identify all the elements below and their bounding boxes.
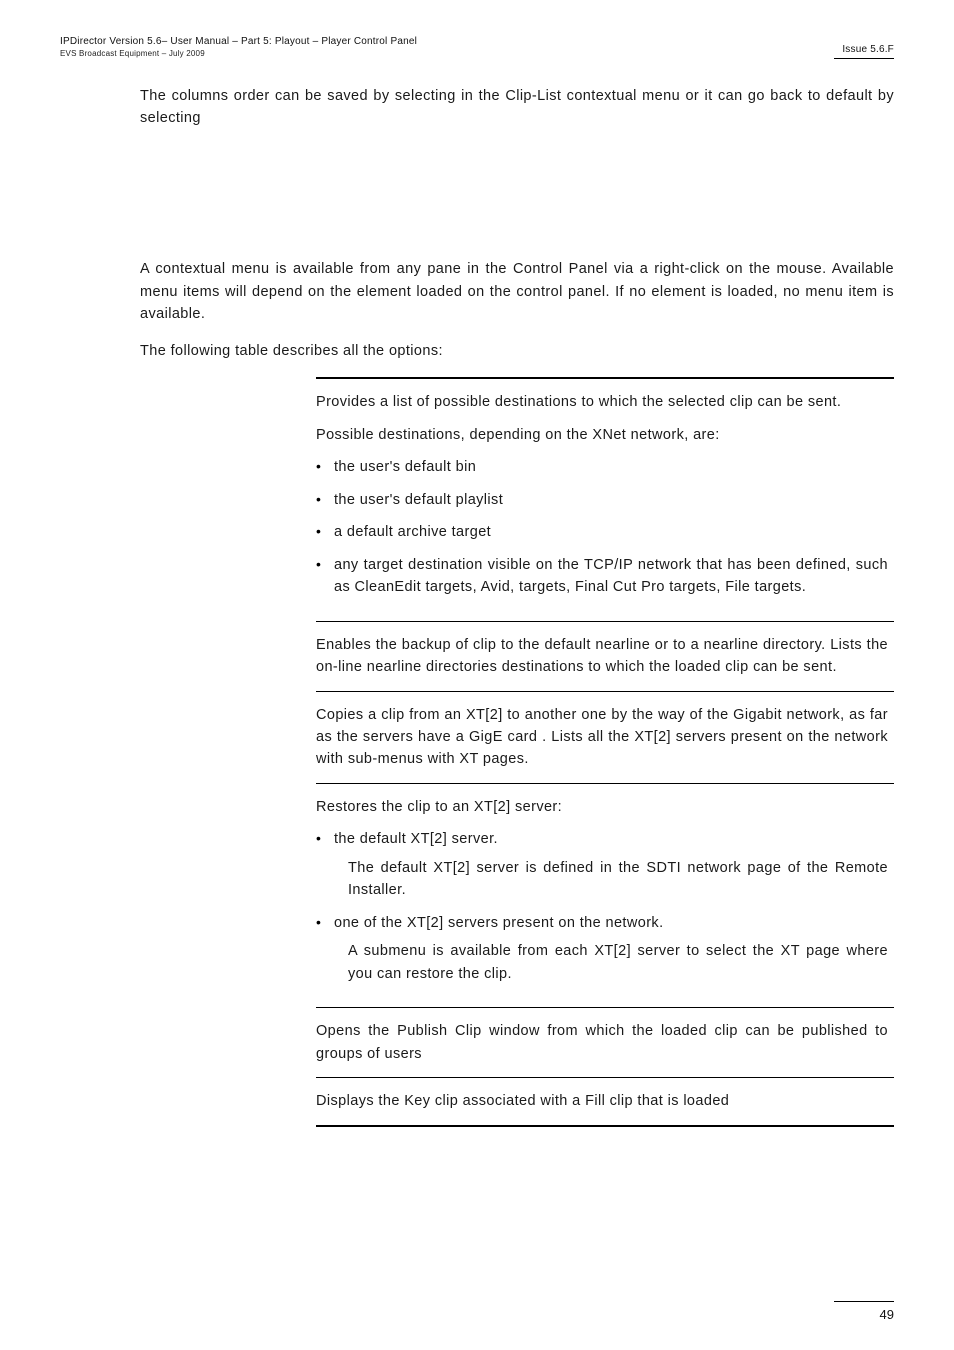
running-head-left: IPDirector Version 5.6– User Manual – Pa…	[60, 36, 417, 59]
page-content: The columns order can be saved by select…	[140, 85, 894, 1127]
list-item: the user's default playlist	[316, 489, 888, 511]
intro-paragraph-2: A contextual menu is available from any …	[140, 258, 894, 325]
list-item: any target destination visible on the TC…	[316, 554, 888, 599]
list-item-text: one of the XT[2] servers present on the …	[334, 915, 664, 931]
row-text: Possible destinations, depending on the …	[316, 424, 888, 446]
row-text: Opens the Publish Clip window from which…	[316, 1020, 888, 1065]
row-text: Enables the backup of clip to the defaul…	[316, 634, 888, 679]
table-row: Enables the backup of clip to the defaul…	[140, 621, 894, 691]
issue-label: Issue 5.6.F	[842, 44, 894, 59]
intro-paragraph-1: The columns order can be saved by select…	[140, 85, 894, 130]
row-text: Displays the Key clip associated with a …	[316, 1090, 888, 1112]
running-head: IPDirector Version 5.6– User Manual – Pa…	[60, 36, 894, 59]
list-item-sub: The default XT[2] server is defined in t…	[334, 857, 888, 902]
list-item: a default archive target	[316, 521, 888, 543]
intro-paragraph-3: The following table describes all the op…	[140, 340, 894, 362]
row-text: Restores the clip to an XT[2] server:	[316, 796, 888, 818]
list-item-sub: A submenu is available from each XT[2] s…	[334, 940, 888, 985]
options-table: Provides a list of possible destinations…	[140, 377, 894, 1126]
table-row: Restores the clip to an XT[2] server: th…	[140, 783, 894, 1007]
table-row: Opens the Publish Clip window from which…	[140, 1008, 894, 1078]
table-row: Provides a list of possible destinations…	[140, 378, 894, 621]
page-number: 49	[880, 1307, 894, 1322]
row-text: Provides a list of possible destinations…	[316, 391, 888, 413]
table-row: Displays the Key clip associated with a …	[140, 1078, 894, 1126]
list-item-text: the default XT[2] server.	[334, 831, 498, 847]
list-item: the default XT[2] server. The default XT…	[316, 828, 888, 901]
list-item: the user's default bin	[316, 456, 888, 478]
doc-title: IPDirector Version 5.6– User Manual – Pa…	[60, 36, 417, 49]
table-row: Copies a clip from an XT[2] to another o…	[140, 691, 894, 783]
row-text: Copies a clip from an XT[2] to another o…	[316, 704, 888, 771]
doc-subtitle: EVS Broadcast Equipment – July 2009	[60, 49, 417, 59]
list-item: one of the XT[2] servers present on the …	[316, 912, 888, 985]
